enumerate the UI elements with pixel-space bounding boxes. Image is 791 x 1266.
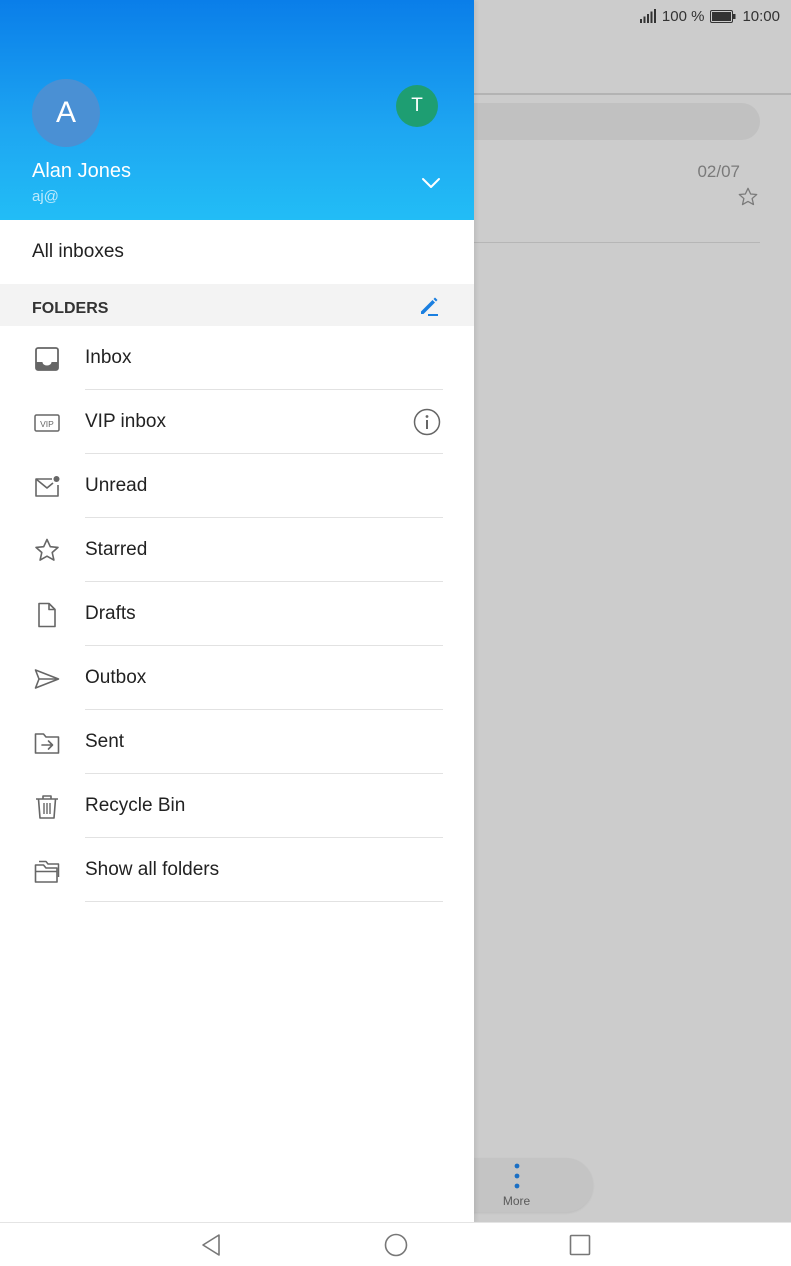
folders-title: FOLDERS bbox=[32, 300, 109, 317]
system-nav-bar bbox=[0, 1222, 791, 1266]
edit-pencil-icon[interactable] bbox=[417, 294, 441, 318]
folder-item-outbox[interactable]: Outbox bbox=[0, 646, 474, 710]
folder-label: Starred bbox=[85, 539, 148, 560]
folder-label: Inbox bbox=[85, 347, 132, 368]
trash-icon bbox=[36, 795, 58, 819]
folders-icon bbox=[34, 860, 60, 883]
folder-label: Recycle Bin bbox=[85, 795, 186, 816]
folder-label: Sent bbox=[85, 731, 125, 752]
more-vert-icon bbox=[514, 1163, 520, 1189]
inbox-icon bbox=[35, 347, 59, 371]
folder-item-inbox[interactable]: Inbox bbox=[0, 326, 474, 390]
toolbar-divider bbox=[474, 93, 791, 95]
folder-label: Drafts bbox=[85, 603, 136, 624]
signal-icon bbox=[639, 9, 656, 23]
folder-list: Inbox VIP VIP inbox Unread Starred Draft… bbox=[0, 326, 474, 902]
folder-label: Unread bbox=[85, 475, 148, 496]
sent-folder-icon bbox=[34, 733, 60, 754]
folder-item-starred[interactable]: Starred bbox=[0, 518, 474, 582]
star-icon[interactable] bbox=[737, 186, 759, 208]
battery-icon bbox=[710, 9, 736, 23]
vip-icon: VIP bbox=[34, 414, 60, 432]
draft-document-icon bbox=[38, 602, 56, 628]
email-date: 02/07 bbox=[697, 162, 740, 181]
send-icon bbox=[34, 669, 60, 689]
home-icon[interactable] bbox=[384, 1233, 408, 1257]
svg-text:VIP: VIP bbox=[40, 419, 54, 429]
folder-item-unread[interactable]: Unread bbox=[0, 454, 474, 518]
folder-item-drafts[interactable]: Drafts bbox=[0, 582, 474, 646]
folder-label: Outbox bbox=[85, 667, 147, 688]
battery-percent: 100 % bbox=[661, 7, 705, 25]
divider bbox=[85, 901, 443, 902]
folder-label: Show all folders bbox=[85, 859, 220, 880]
star-icon bbox=[35, 538, 59, 561]
folders-section-header: FOLDERS bbox=[0, 284, 474, 326]
other-account-avatar[interactable]: T bbox=[396, 85, 438, 127]
folder-item-show-all-folders[interactable]: Show all folders bbox=[0, 838, 474, 902]
folder-item-recycle-bin[interactable]: Recycle Bin bbox=[0, 774, 474, 838]
chevron-down-icon[interactable] bbox=[420, 172, 442, 194]
account-email: aj@ bbox=[32, 188, 59, 205]
row-divider bbox=[474, 242, 760, 243]
folder-label: VIP inbox bbox=[85, 411, 166, 432]
recent-apps-icon[interactable] bbox=[569, 1234, 591, 1256]
all-inboxes-item[interactable]: All inboxes bbox=[0, 220, 474, 284]
clock: 10:00 bbox=[742, 7, 780, 25]
unread-mail-icon bbox=[35, 476, 60, 497]
folder-item-sent[interactable]: Sent bbox=[0, 710, 474, 774]
status-bar: 100 % 10:00 bbox=[639, 0, 791, 32]
account-header: A T Alan Jones aj@ bbox=[0, 0, 474, 220]
navigation-drawer: A T Alan Jones aj@ All inboxes FOLDERS I… bbox=[0, 0, 474, 1222]
account-name: Alan Jones bbox=[32, 160, 131, 182]
folder-item-vip-inbox[interactable]: VIP VIP inbox bbox=[0, 390, 474, 454]
info-icon[interactable] bbox=[413, 408, 441, 436]
back-icon[interactable] bbox=[200, 1233, 222, 1257]
account-avatar[interactable]: A bbox=[32, 79, 100, 147]
